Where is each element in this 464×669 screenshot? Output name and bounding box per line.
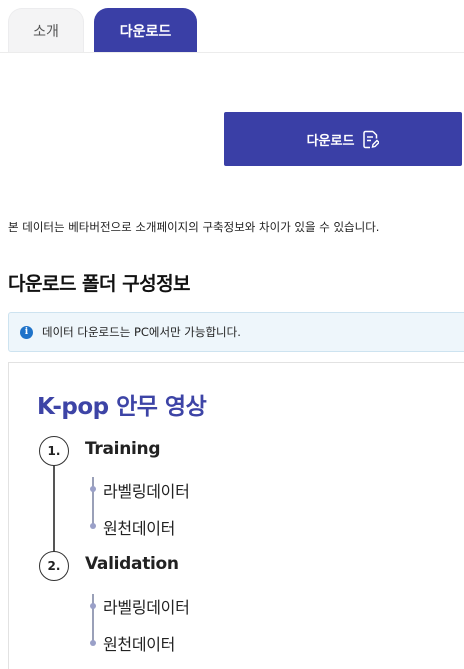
tree-dot bbox=[90, 603, 96, 609]
tab-divider bbox=[0, 52, 464, 53]
tree-dot bbox=[90, 486, 96, 492]
beta-notice: 본 데이터는 베타버전으로 소개페이지의 구축정보와 차이가 있을 수 있습니다… bbox=[8, 220, 380, 234]
info-icon: i bbox=[20, 325, 33, 339]
group-training: Training bbox=[85, 439, 161, 459]
folder-item: 원천데이터 bbox=[103, 519, 176, 538]
group-validation: Validation bbox=[85, 554, 179, 574]
info-text: 데이터 다운로드는 PC에서만 가능합니다. bbox=[42, 325, 241, 339]
tree-connector bbox=[53, 465, 55, 563]
tab-intro[interactable]: 소개 bbox=[8, 8, 84, 53]
sub-connector bbox=[92, 477, 94, 525]
document-edit-icon bbox=[363, 130, 380, 148]
group-number: 1. bbox=[39, 436, 69, 466]
folder-item: 라벨링데이터 bbox=[103, 482, 190, 501]
section-title: 다운로드 폴더 구성정보 bbox=[8, 273, 191, 295]
download-button-label: 다운로드 bbox=[306, 133, 355, 149]
folder-structure-panel: K-pop 안무 영상 1. Training 라벨링데이터 원천데이터 2. … bbox=[8, 362, 464, 669]
group-number: 2. bbox=[39, 551, 69, 581]
tab-bar: 소개 다운로드 bbox=[8, 8, 464, 53]
tab-download[interactable]: 다운로드 bbox=[94, 8, 197, 53]
sub-connector bbox=[92, 594, 94, 642]
info-banner: i 데이터 다운로드는 PC에서만 가능합니다. bbox=[8, 312, 464, 352]
tree-dot bbox=[90, 523, 96, 529]
tree-dot bbox=[90, 640, 96, 646]
folder-item: 라벨링데이터 bbox=[103, 598, 190, 617]
download-button[interactable]: 다운로드 bbox=[224, 112, 462, 166]
folder-title: K-pop 안무 영상 bbox=[37, 394, 207, 420]
folder-item: 원천데이터 bbox=[103, 635, 176, 654]
